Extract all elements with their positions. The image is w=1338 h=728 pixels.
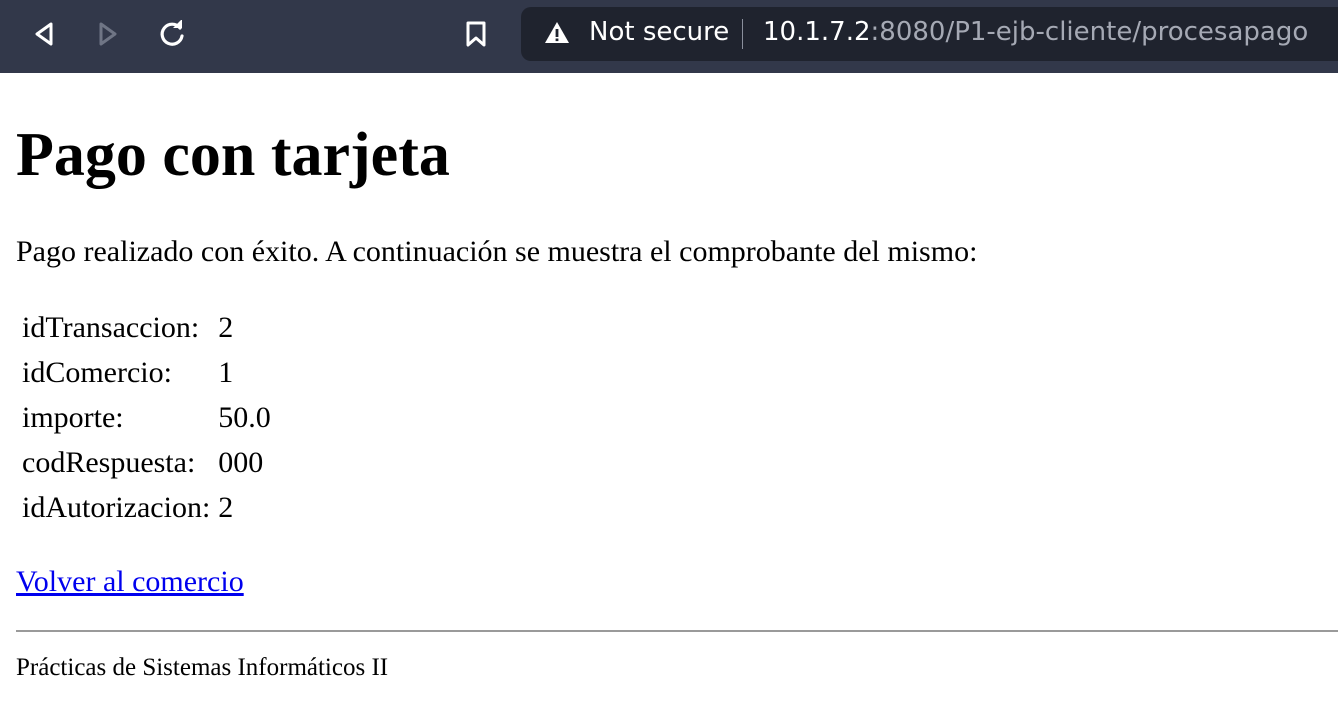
table-row: idTransaccion: 2	[22, 305, 271, 350]
table-row: importe: 50.0	[22, 395, 271, 440]
divider	[16, 630, 1338, 632]
receipt-value: 1	[218, 356, 234, 389]
table-row: codRespuesta: 000	[22, 440, 271, 485]
footer-text: Prácticas de Sistemas Informáticos II	[16, 654, 389, 681]
bookmark-icon	[466, 21, 486, 47]
url-text[interactable]: 10.1.7.2:8080/P1-ejb-cliente/procesapago	[763, 17, 1308, 47]
receipt-table: idTransaccion: 2 idComercio: 1 importe: …	[18, 305, 275, 530]
receipt-value: 50.0	[218, 401, 271, 434]
receipt-value: 000	[218, 446, 264, 479]
receipt-key: idTransaccion:	[22, 311, 200, 344]
back-to-shop-link[interactable]: Volver al comercio	[16, 564, 244, 600]
warning-icon	[545, 22, 569, 43]
bookmark-button[interactable]	[456, 14, 496, 54]
page-title: Pago con tarjeta	[16, 121, 450, 189]
url-host: 10.1.7.2	[763, 17, 871, 47]
receipt-value: 2	[218, 311, 234, 344]
back-icon	[35, 22, 53, 46]
receipt-key: codRespuesta:	[22, 446, 196, 479]
url-path: :8080/P1-ejb-cliente/procesapago	[870, 17, 1309, 47]
receipt-value: 2	[218, 491, 234, 524]
browser-toolbar: Not secure 10.1.7.2:8080/P1-ejb-cliente/…	[0, 0, 1338, 73]
reload-button[interactable]	[152, 14, 192, 54]
table-row: idComercio: 1	[22, 350, 271, 395]
receipt-key: idComercio:	[22, 356, 172, 389]
forward-icon	[99, 22, 117, 46]
address-bar[interactable]: Not secure 10.1.7.2:8080/P1-ejb-cliente/…	[521, 7, 1338, 61]
success-message: Pago realizado con éxito. A continuación…	[16, 235, 978, 268]
reload-icon	[160, 20, 184, 46]
address-separator	[742, 19, 743, 49]
receipt-key: idAutorizacion:	[22, 491, 211, 524]
security-status[interactable]: Not secure	[589, 17, 729, 47]
receipt-key: importe:	[22, 401, 124, 434]
back-button[interactable]	[24, 14, 64, 54]
forward-button[interactable]	[88, 14, 128, 54]
table-row: idAutorizacion: 2	[22, 485, 271, 530]
